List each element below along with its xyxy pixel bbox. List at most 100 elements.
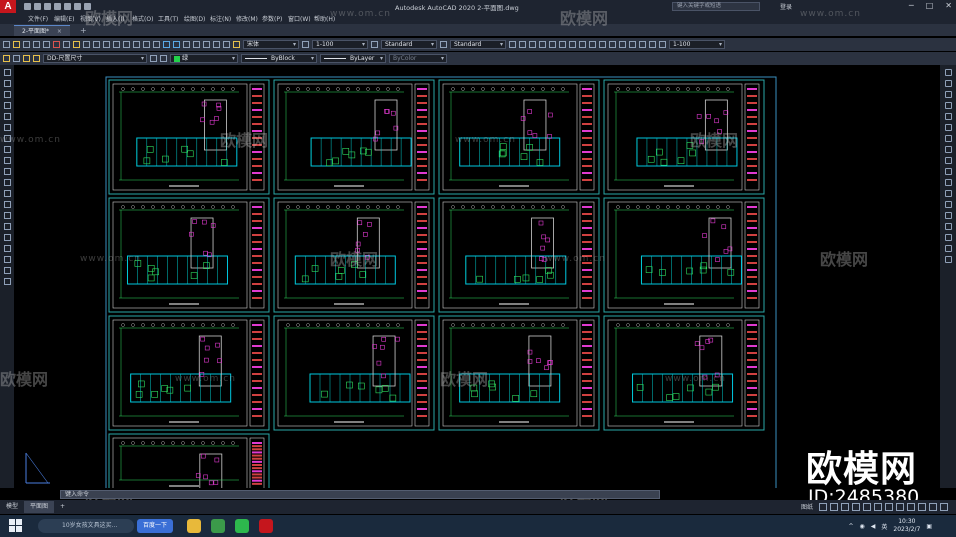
markup-icon[interactable] (203, 41, 210, 48)
autocad-logo-icon[interactable]: A (0, 0, 16, 13)
insert-block-icon[interactable] (3, 190, 11, 197)
mtext-icon[interactable] (3, 267, 11, 274)
dim-style-icon[interactable] (371, 41, 378, 48)
undo-icon[interactable] (74, 3, 81, 10)
ortho-icon[interactable] (841, 502, 849, 511)
layer-on-icon[interactable] (23, 55, 30, 62)
login-button[interactable]: 登录 (780, 2, 792, 11)
dim-diameter-icon[interactable] (559, 41, 566, 48)
array-icon[interactable] (944, 113, 952, 120)
menu-tools[interactable]: 工具(T) (158, 14, 184, 23)
stretch-icon[interactable] (944, 157, 952, 164)
layer-state-icon[interactable] (13, 55, 20, 62)
tab-2-plan[interactable]: 2-平面图* × (14, 24, 70, 36)
tab-close-icon[interactable]: × (57, 28, 62, 35)
save-icon[interactable] (23, 41, 30, 48)
dim-style-select[interactable]: Standard (381, 40, 437, 49)
table-style-select[interactable]: Standard (450, 40, 506, 49)
maximize-button[interactable]: □ (926, 1, 934, 10)
line-icon[interactable] (3, 69, 11, 76)
dim-linear-icon[interactable] (509, 41, 516, 48)
quickcalc-icon[interactable] (213, 41, 220, 48)
redo-icon[interactable] (113, 41, 120, 48)
zoom-previous-icon[interactable] (153, 41, 160, 48)
layer-previous-icon[interactable] (160, 55, 167, 62)
print-icon[interactable] (33, 41, 40, 48)
tool-palettes-icon[interactable] (183, 41, 190, 48)
dim-scale-icon[interactable] (302, 41, 309, 48)
new-icon[interactable] (3, 41, 10, 48)
table-icon[interactable] (3, 256, 11, 263)
explode-icon[interactable] (944, 256, 952, 263)
open-icon[interactable] (34, 3, 41, 10)
tolerance-icon[interactable] (609, 41, 616, 48)
chamfer-icon[interactable] (944, 223, 952, 230)
center-mark-icon[interactable] (619, 41, 626, 48)
dim-baseline-icon[interactable] (589, 41, 596, 48)
menu-draw[interactable]: 绘图(D) (184, 14, 210, 23)
network-icon[interactable]: ◉ (859, 523, 864, 530)
save-as-icon[interactable] (54, 3, 61, 10)
minimize-button[interactable]: ─ (909, 1, 914, 10)
dim-angular-icon[interactable] (569, 41, 576, 48)
tray-expand-icon[interactable]: ^ (848, 523, 853, 530)
text-style-icon[interactable] (233, 41, 240, 48)
workspace-gear-icon[interactable] (929, 502, 937, 511)
pan-icon[interactable] (123, 41, 130, 48)
match-properties-icon[interactable] (83, 41, 90, 48)
lineweight-select[interactable]: ByLayer (320, 54, 386, 63)
gradient-icon[interactable] (3, 234, 11, 241)
lineweight-toggle-icon[interactable] (885, 502, 893, 511)
dim-scale-select[interactable]: 1-100 (312, 40, 368, 49)
windows-start-icon[interactable] (8, 518, 24, 534)
mleader-icon[interactable] (649, 41, 656, 48)
transparency-icon[interactable] (896, 502, 904, 511)
zoom-window-icon[interactable] (143, 41, 150, 48)
quick-dim-icon[interactable] (579, 41, 586, 48)
menu-modify[interactable]: 修改(M) (236, 14, 262, 23)
dim-ordinate-icon[interactable] (539, 41, 546, 48)
layer-select[interactable]: DD-尺置尺寸 (43, 54, 147, 63)
break-at-point-icon[interactable] (944, 190, 952, 197)
otrack-icon[interactable] (874, 502, 882, 511)
preview-icon[interactable] (43, 41, 50, 48)
block-editor-icon[interactable] (93, 41, 100, 48)
tab-layout-plan[interactable]: 平面图 (24, 501, 55, 513)
browser-icon[interactable] (211, 519, 226, 533)
make-block-icon[interactable] (3, 201, 11, 208)
spline-icon[interactable] (3, 157, 11, 164)
make-current-icon[interactable] (150, 55, 157, 62)
design-center-icon[interactable] (173, 41, 180, 48)
undo-icon[interactable] (103, 41, 110, 48)
snap-icon[interactable] (830, 502, 838, 511)
break-icon[interactable] (944, 201, 952, 208)
offset-icon[interactable] (944, 102, 952, 109)
add-layout-icon[interactable]: + (54, 501, 71, 513)
menu-dimension[interactable]: 标注(N) (210, 14, 236, 23)
zoom-realtime-icon[interactable] (133, 41, 140, 48)
new-icon[interactable] (24, 3, 31, 10)
help-icon[interactable] (223, 41, 230, 48)
taskbar-clock[interactable]: 10:30 2023/2/7 (893, 518, 920, 534)
polar-icon[interactable] (852, 502, 860, 511)
table-style-icon[interactable] (440, 41, 447, 48)
print-icon[interactable] (64, 3, 71, 10)
fillet-icon[interactable] (944, 234, 952, 241)
wechat-icon[interactable] (235, 519, 250, 533)
selection-cycling-icon[interactable] (907, 502, 915, 511)
properties-icon[interactable] (163, 41, 170, 48)
save-icon[interactable] (44, 3, 51, 10)
menu-edit[interactable]: 编辑(E) (54, 14, 80, 23)
input-method-indicator[interactable]: 英 (881, 522, 887, 531)
copy-icon[interactable] (63, 41, 70, 48)
grid-icon[interactable] (819, 502, 827, 511)
xline-icon[interactable] (3, 80, 11, 87)
dim-aligned-icon[interactable] (519, 41, 526, 48)
notification-icon[interactable]: ▣ (926, 523, 932, 530)
menu-file[interactable]: 文件(F) (28, 14, 54, 23)
rectangle-icon[interactable] (3, 113, 11, 120)
command-line-input[interactable]: 键入命令 (60, 490, 660, 499)
customize-menu-icon[interactable] (940, 502, 948, 511)
drawing-canvas[interactable] (14, 65, 940, 488)
scale-icon[interactable] (944, 146, 952, 153)
